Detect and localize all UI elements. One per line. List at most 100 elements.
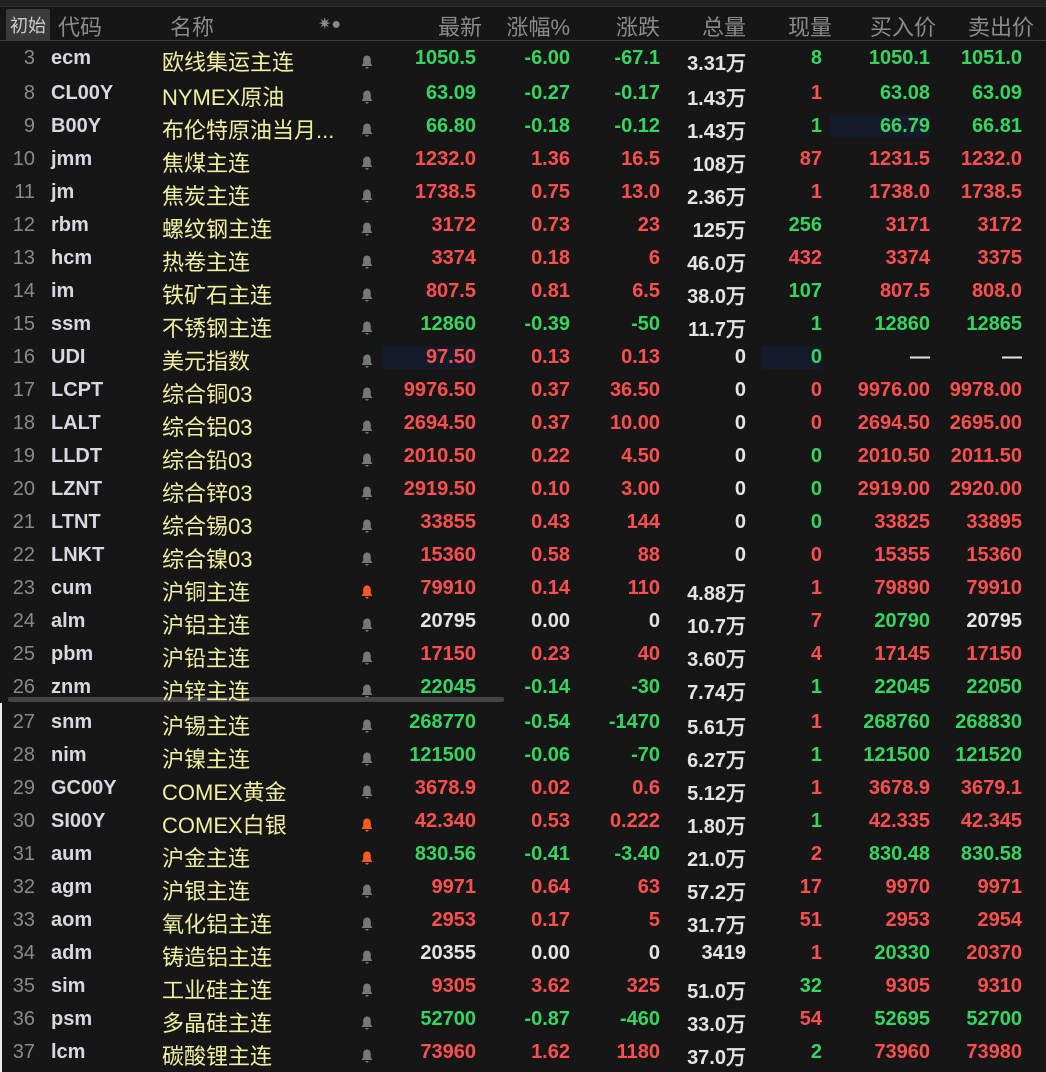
- quote-row[interactable]: 3 ecm 欧线集运主连 1050.5 -6.00 -67.1 3.31万 8 1050.…: [0, 42, 1046, 75]
- quote-row[interactable]: 14 im 铁矿石主连 807.5 0.81 6.5 38.0万 107 807.5 808…: [0, 275, 1046, 308]
- quote-row[interactable]: 29 GC00Y COMEX黄金 3678.9 0.02 0.6 5.12万 1 3678…: [0, 772, 1046, 805]
- symbol-name: COMEX白银: [162, 813, 287, 838]
- alert-bell-icon[interactable]: [361, 52, 373, 69]
- symbol-code: cum: [51, 577, 93, 599]
- quote-row[interactable]: 31 aum 沪金主连 830.56 -0.41 -3.40 21.0万 2 830.48…: [0, 838, 1046, 871]
- quote-row[interactable]: 28 nim 沪镍主连 121500 -0.06 -70 6.27万 1 121500 12…: [0, 739, 1046, 772]
- quote-row[interactable]: 25 pbm 沪铅主连 17150 0.23 40 3.60万 4 17145 17150: [0, 638, 1046, 671]
- alert-bell-icon[interactable]: [361, 516, 373, 533]
- quote-row[interactable]: 34 adm 铸造铝主连 20355 0.00 0 3419 1 20330 20370: [0, 937, 1046, 970]
- quote-row[interactable]: 23 cum 沪铜主连 79910 0.14 110 4.88万 1 79890 79910: [0, 572, 1046, 605]
- chg-value: 144: [626, 511, 660, 533]
- alert-bell-icon[interactable]: [361, 648, 373, 665]
- alert-bell-icon[interactable]: [361, 1046, 373, 1063]
- alert-bell-icon[interactable]: [361, 417, 373, 434]
- quote-row[interactable]: 17 LCPT 综合铜03 9976.50 0.37 36.50 0 0 9976.00 9…: [0, 374, 1046, 407]
- alert-bell-icon[interactable]: [361, 252, 373, 269]
- alert-bell-icon[interactable]: [361, 848, 373, 865]
- alert-bell-icon[interactable]: [361, 681, 373, 698]
- alert-bell-icon[interactable]: [361, 384, 373, 401]
- bid-value: 3678.9: [868, 777, 930, 799]
- alert-bell-icon[interactable]: [361, 980, 373, 997]
- alert-bell-icon[interactable]: [361, 351, 373, 368]
- last-value: 15360: [420, 544, 476, 566]
- col-pct[interactable]: 涨幅%: [506, 10, 570, 42]
- vol-value: 6.27万: [687, 750, 746, 772]
- chg-value: 6.5: [632, 280, 660, 302]
- symbol-code: nim: [51, 744, 87, 766]
- cur-value: 51: [799, 909, 822, 931]
- alert-bell-icon[interactable]: [361, 153, 373, 170]
- last-value: 1232.0: [414, 148, 476, 170]
- chg-value: 110: [627, 577, 660, 599]
- quote-row[interactable]: 22 LNKT 综合镍03 15360 0.58 88 0 0 15355 15360: [0, 539, 1046, 572]
- alert-bell-icon[interactable]: [361, 881, 373, 898]
- vol-value: 33.0万: [687, 1014, 746, 1036]
- bid-value: 3374: [885, 247, 931, 269]
- cur-value: 1: [810, 82, 822, 104]
- alert-bell-icon[interactable]: [361, 582, 373, 599]
- col-alert-icons[interactable]: ✷●: [318, 14, 341, 34]
- quote-row[interactable]: 27 snm 沪锡主连 268770 -0.54 -1470 5.61万 1 268760…: [0, 706, 1046, 739]
- ask-value: 3172: [977, 214, 1023, 236]
- col-vol[interactable]: 总量: [702, 10, 746, 42]
- quote-row[interactable]: 20 LZNT 综合锌03 2919.50 0.10 3.00 0 0 2919.00 29…: [0, 473, 1046, 506]
- alert-bell-icon[interactable]: [361, 87, 373, 104]
- symbol-code: LCPT: [51, 379, 104, 401]
- alert-bell-icon[interactable]: [361, 483, 373, 500]
- alert-bell-icon[interactable]: [361, 120, 373, 137]
- alert-bell-icon[interactable]: [361, 782, 373, 799]
- alert-bell-icon[interactable]: [361, 914, 373, 931]
- alert-bell-icon[interactable]: [361, 219, 373, 236]
- quote-row[interactable]: 24 alm 沪铝主连 20795 0.00 0 10.7万 7 20790 20795: [0, 605, 1046, 638]
- quote-row[interactable]: 37 lcm 碳酸锂主连 73960 1.62 1180 37.0万 2 73960 739…: [0, 1036, 1046, 1069]
- alert-bell-icon[interactable]: [361, 285, 373, 302]
- alert-bell-icon[interactable]: [361, 749, 373, 766]
- alert-bell-icon[interactable]: [361, 450, 373, 467]
- quote-row[interactable]: 12 rbm 螺纹钢主连 3172 0.73 23 125万 256 3171 3172: [0, 209, 1046, 242]
- quote-row[interactable]: 36 psm 多晶硅主连 52700 -0.87 -460 33.0万 54 52695 5…: [0, 1003, 1046, 1036]
- vol-value: 1.43万: [687, 121, 746, 143]
- quote-row[interactable]: 30 SI00Y COMEX白银 42.340 0.53 0.222 1.80万 1 42…: [0, 805, 1046, 838]
- col-last[interactable]: 最新: [438, 10, 482, 42]
- alert-bell-icon[interactable]: [361, 549, 373, 566]
- col-bid[interactable]: 买入价: [870, 10, 936, 42]
- col-code[interactable]: 代码: [58, 10, 102, 42]
- symbol-name: 热卷主连: [162, 250, 251, 275]
- quote-row[interactable]: 10 jmm 焦煤主连 1232.0 1.36 16.5 108万 87 1231.5 12…: [0, 143, 1046, 176]
- quote-row[interactable]: 11 jm 焦炭主连 1738.5 0.75 13.0 2.36万 1 1738.0 173…: [0, 176, 1046, 209]
- quote-row[interactable]: 26 znm 沪锌主连 22045 -0.14 -30 7.74万 1 22045 2205…: [0, 671, 1046, 704]
- symbol-name: 铸造铝主连: [162, 945, 273, 970]
- quote-row[interactable]: 18 LALT 综合铝03 2694.50 0.37 10.00 0 0 2694.50 2…: [0, 407, 1046, 440]
- chg-value: 16.5: [621, 148, 660, 170]
- quote-row[interactable]: 8 CL00Y NYMEX原油 63.09 -0.27 -0.17 1.43万 1 63.…: [0, 77, 1046, 110]
- vol-value: 31.7万: [687, 915, 746, 937]
- alert-bell-icon[interactable]: [361, 716, 373, 733]
- alert-bell-icon[interactable]: [361, 318, 373, 335]
- col-cur[interactable]: 现量: [788, 10, 832, 42]
- quote-row[interactable]: 21 LTNT 综合锡03 33855 0.43 144 0 0 33825 33895: [0, 506, 1046, 539]
- chg-value: 325: [626, 975, 660, 997]
- col-chg[interactable]: 涨跌: [616, 10, 660, 42]
- quote-row[interactable]: 35 sim 工业硅主连 9305 3.62 325 51.0万 32 9305 9310: [0, 970, 1046, 1003]
- reset-button[interactable]: 初始: [6, 9, 50, 41]
- alert-bell-icon[interactable]: [361, 615, 373, 632]
- alert-bell-icon[interactable]: [361, 815, 373, 832]
- col-ask[interactable]: 卖出价: [968, 10, 1034, 42]
- alert-bell-icon[interactable]: [361, 947, 373, 964]
- alert-bell-icon[interactable]: [361, 186, 373, 203]
- bid-value: 1050.1: [868, 47, 930, 69]
- row-index: 21: [12, 511, 35, 533]
- quote-row[interactable]: 15 ssm 不锈钢主连 12860 -0.39 -50 11.7万 1 12860 128…: [0, 308, 1046, 341]
- quote-row[interactable]: 13 hcm 热卷主连 3374 0.18 6 46.0万 432 3374 3375: [0, 242, 1046, 275]
- alert-bell-icon[interactable]: [361, 1013, 373, 1030]
- symbol-name: 沪银主连: [162, 879, 251, 904]
- quote-row[interactable]: 16 UDI 美元指数 97.50 0.13 0.13 0 0 — —: [0, 341, 1046, 374]
- col-name[interactable]: 名称: [170, 10, 214, 42]
- quote-row[interactable]: 33 aom 氧化铝主连 2953 0.17 5 31.7万 51 2953 2954: [0, 904, 1046, 937]
- quote-row[interactable]: 32 agm 沪银主连 9971 0.64 63 57.2万 17 9970 9971: [0, 871, 1046, 904]
- row-index: 3: [23, 47, 35, 69]
- quote-row[interactable]: 9 B00Y 布伦特原油当月... 66.80 -0.18 -0.12 1.43万 1 6…: [0, 110, 1046, 143]
- ask-value: 79910: [966, 577, 1022, 599]
- quote-row[interactable]: 19 LLDT 综合铅03 2010.50 0.22 4.50 0 0 2010.50 20…: [0, 440, 1046, 473]
